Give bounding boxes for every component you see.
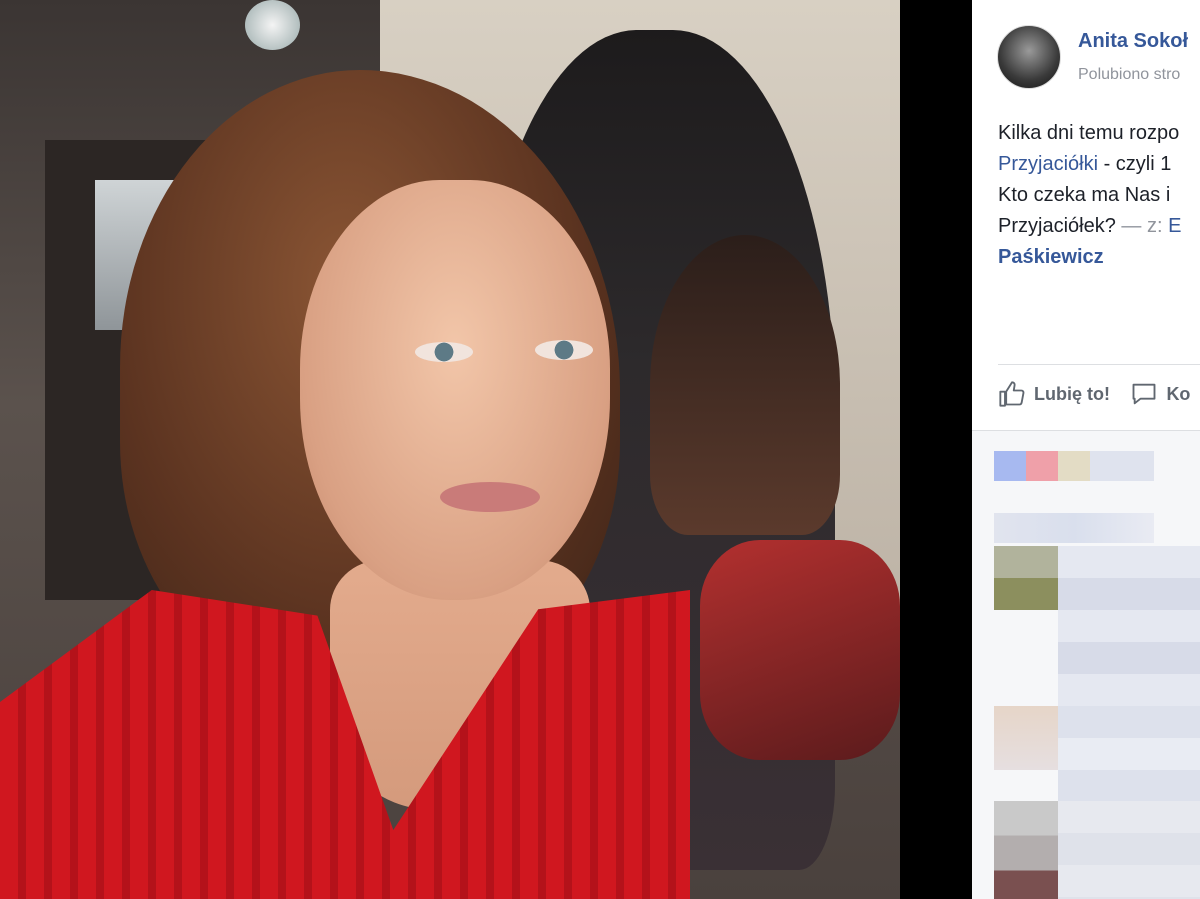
photo-subject-right-eye: [535, 340, 593, 360]
tagged-person-surname-link[interactable]: Paśkiewicz: [998, 242, 1200, 273]
comment-blur-1: [994, 513, 1154, 543]
comment-label: Ko: [1166, 383, 1191, 404]
post-text-line-4-text: Przyjaciółek?: [998, 215, 1116, 237]
post-actions: Lubię to! Ko: [998, 380, 1200, 414]
author-avatar[interactable]: [997, 25, 1061, 89]
post-text-line-2-rest: - czyli 1: [1098, 153, 1172, 175]
post-text-line-4: Przyjaciółek? — z: E: [998, 211, 1200, 242]
post-text-line-2: Przyjaciółki - czyli 1: [998, 149, 1200, 180]
photo-lamp: [245, 0, 300, 50]
post-text: Kilka dni temu rozpo Przyjaciółki - czyl…: [998, 118, 1200, 273]
photo-background-clothes: [700, 540, 900, 760]
reaction-avatars-blurred: [994, 451, 1154, 481]
post-text-line-1: Kilka dni temu rozpo: [998, 122, 1180, 144]
post-photo[interactable]: [0, 0, 900, 899]
thumbs-up-icon: [999, 381, 1025, 407]
post-with-label: — z:: [1115, 215, 1169, 237]
like-label: Lubię to!: [1034, 383, 1110, 404]
comment-text-blurred-1: [1058, 546, 1200, 711]
commenter-avatar-blurred-2: [994, 706, 1058, 770]
actions-divider: [998, 364, 1200, 365]
comments-area-pixelated: [972, 430, 1200, 899]
photo-subject-lips: [440, 482, 540, 512]
post-text-line-3: Kto czeka ma Nas i: [998, 184, 1171, 206]
comment-text-blurred-2: [1058, 706, 1200, 801]
post-link-przyjaciolki[interactable]: Przyjaciółki: [998, 153, 1098, 175]
comment-button[interactable]: Ko: [1130, 380, 1190, 408]
comment-text-blurred-3: [1058, 801, 1200, 899]
like-button[interactable]: Lubię to!: [998, 380, 1110, 408]
commenter-avatar-blurred-3: [994, 801, 1058, 899]
photo-subject-left-eye: [415, 342, 473, 362]
post-side-panel: Anita Sokoł Polubiono stro Kilka dni tem…: [972, 0, 1200, 899]
photo-subject-face: [300, 180, 610, 600]
author-name[interactable]: Anita Sokoł: [1078, 30, 1188, 53]
photo-background-girl: [650, 235, 840, 535]
author-subline: Polubiono stro: [1078, 66, 1181, 83]
speech-bubble-icon: [1133, 383, 1156, 405]
tagged-person-link[interactable]: E: [1168, 215, 1181, 237]
viewer-separator: [900, 0, 972, 899]
commenter-avatar-blurred-1: [994, 546, 1058, 610]
